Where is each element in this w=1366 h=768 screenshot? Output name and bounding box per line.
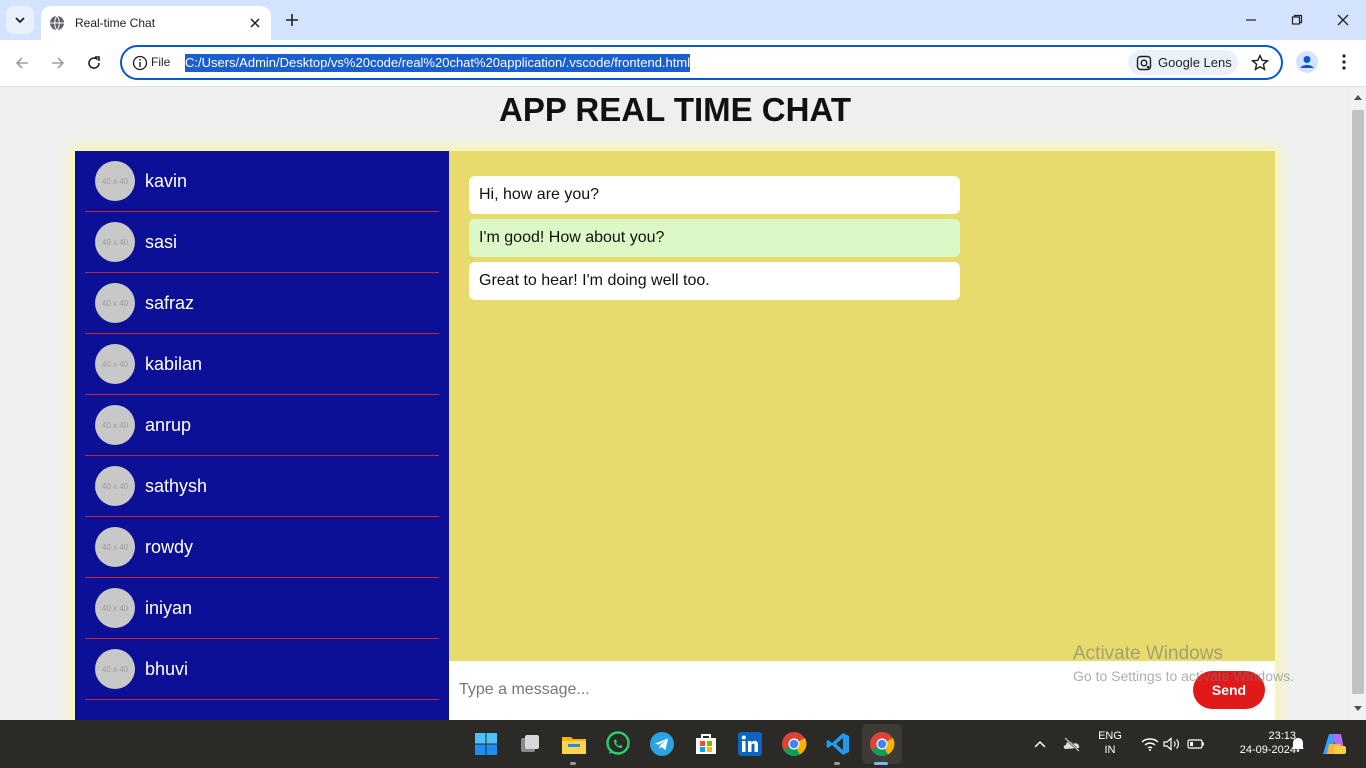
contact-list: 40 x 40 kavin 40 x 40 sasi 40 x 40 safra… (75, 151, 449, 720)
browser-tab-bar: Real-time Chat (0, 0, 1366, 40)
browser-tab[interactable]: Real-time Chat (41, 6, 271, 40)
message-bubble-sent: I'm good! How about you? (469, 219, 960, 257)
message-bubble-received: Great to hear! I'm doing well too. (469, 262, 960, 300)
contact-name: iniyan (145, 597, 193, 618)
google-lens-button[interactable]: Google Lens (1128, 50, 1238, 75)
contact-name: sasi (145, 231, 178, 252)
bookmark-star-icon[interactable] (1250, 53, 1270, 73)
avatar: 40 x 40 (95, 466, 135, 506)
chat-app: 40 x 40 kavin 40 x 40 sasi 40 x 40 safra… (75, 151, 1275, 720)
forward-icon[interactable] (47, 52, 69, 74)
message-input[interactable] (459, 675, 1179, 705)
contact-item-iniyan[interactable]: 40 x 40 iniyan (85, 578, 439, 639)
windows-taskbar: ENG IN 23:13 24-09-2024 (0, 720, 1366, 768)
chat-panel: Hi, how are you? I'm good! How about you… (449, 151, 1275, 720)
copilot-icon[interactable] (1320, 730, 1348, 758)
avatar: 40 x 40 (95, 344, 135, 384)
contact-item-sathysh[interactable]: 40 x 40 sathysh (85, 456, 439, 517)
vscode-icon[interactable] (824, 730, 852, 758)
info-icon[interactable] (132, 55, 148, 71)
activate-windows-watermark: Activate Windows Go to Settings to activ… (1073, 643, 1294, 684)
tab-close-icon[interactable] (247, 15, 263, 31)
page-title: APP REAL TIME CHAT (498, 91, 852, 128)
profile-icon[interactable] (1296, 51, 1318, 73)
scroll-up-icon[interactable] (1350, 90, 1366, 104)
contact-item-kabilan[interactable]: 40 x 40 kabilan (85, 334, 439, 395)
linkedin-icon[interactable] (736, 730, 764, 758)
running-indicator (570, 762, 576, 765)
browser-toolbar: File C:/Users/Admin/Desktop/vs%20code/re… (0, 40, 1366, 87)
tray-chevron-up-icon[interactable] (1026, 730, 1054, 758)
contact-name: sathysh (145, 475, 208, 496)
whatsapp-icon[interactable] (604, 730, 632, 758)
notification-bell-icon[interactable] (1284, 730, 1312, 758)
new-tab-icon[interactable] (282, 10, 302, 30)
telegram-icon[interactable] (648, 730, 676, 758)
contact-item-safraz[interactable]: 40 x 40 safraz (85, 273, 439, 334)
more-menu-icon[interactable] (1334, 51, 1354, 73)
watermark-title: Activate Windows (1073, 643, 1223, 664)
chrome-icon[interactable] (780, 730, 808, 758)
tab-search-button[interactable] (6, 6, 34, 34)
contact-item-kavin[interactable]: 40 x 40 kavin (85, 151, 439, 212)
url-text[interactable]: C:/Users/Admin/Desktop/vs%20code/real%20… (185, 54, 691, 72)
active-indicator (874, 762, 888, 765)
avatar: 40 x 40 (95, 283, 135, 323)
contact-name: bhuvi (145, 658, 189, 679)
task-view-icon[interactable] (516, 730, 544, 758)
scroll-thumb[interactable] (1352, 110, 1364, 694)
battery-icon[interactable] (1182, 730, 1210, 758)
avatar: 40 x 40 (95, 527, 135, 567)
watermark-subtitle: Go to Settings to activate Windows. (1073, 668, 1294, 684)
running-indicator (834, 762, 840, 765)
avatar: 40 x 40 (95, 161, 135, 201)
avatar: 40 x 40 (95, 222, 135, 262)
address-bar[interactable]: File C:/Users/Admin/Desktop/vs%20code/re… (120, 45, 1283, 80)
avatar: 40 x 40 (95, 649, 135, 689)
avatar: 40 x 40 (95, 588, 135, 628)
message-list: Hi, how are you? I'm good! How about you… (469, 176, 960, 305)
globe-icon (49, 15, 65, 31)
avatar: 40 x 40 (95, 405, 135, 445)
language-indicator[interactable]: ENG IN (1094, 730, 1126, 756)
back-icon[interactable] (11, 52, 33, 74)
page-viewport: APP REAL TIME CHAT 40 x 40 kavin 40 x 40… (0, 88, 1350, 720)
close-window-icon[interactable] (1333, 10, 1353, 30)
restore-icon[interactable] (1287, 10, 1307, 30)
google-lens-label: Google Lens (1158, 55, 1232, 70)
language-line-1: ENG (1098, 730, 1122, 742)
contact-name: kavin (145, 170, 188, 191)
chevron-down-icon (15, 17, 25, 24)
contact-item-anrup[interactable]: 40 x 40 anrup (85, 395, 439, 456)
minimize-icon[interactable] (1241, 10, 1261, 30)
contact-item-sasi[interactable]: 40 x 40 sasi (85, 212, 439, 273)
microsoft-store-icon[interactable] (692, 730, 720, 758)
onedrive-icon[interactable] (1058, 730, 1086, 758)
contact-name: anrup (145, 414, 192, 435)
contact-name: safraz (145, 292, 195, 313)
scroll-down-icon[interactable] (1350, 702, 1366, 716)
windows-start-icon[interactable] (472, 730, 500, 758)
contact-name: kabilan (145, 353, 203, 374)
page-scrollbar[interactable] (1350, 88, 1366, 720)
tab-title: Real-time Chat (75, 16, 156, 30)
contact-item-bhuvi[interactable]: 40 x 40 bhuvi (85, 639, 439, 700)
message-bubble-received: Hi, how are you? (469, 176, 960, 214)
language-line-2: IN (1104, 744, 1116, 756)
lens-icon (1136, 55, 1152, 70)
address-scheme-label: File (151, 55, 171, 69)
file-explorer-icon[interactable] (560, 730, 588, 758)
contact-name: rowdy (145, 536, 194, 557)
reload-icon[interactable] (83, 52, 105, 74)
contact-item-rowdy[interactable]: 40 x 40 rowdy (85, 517, 439, 578)
chrome-active-icon[interactable] (868, 730, 896, 758)
